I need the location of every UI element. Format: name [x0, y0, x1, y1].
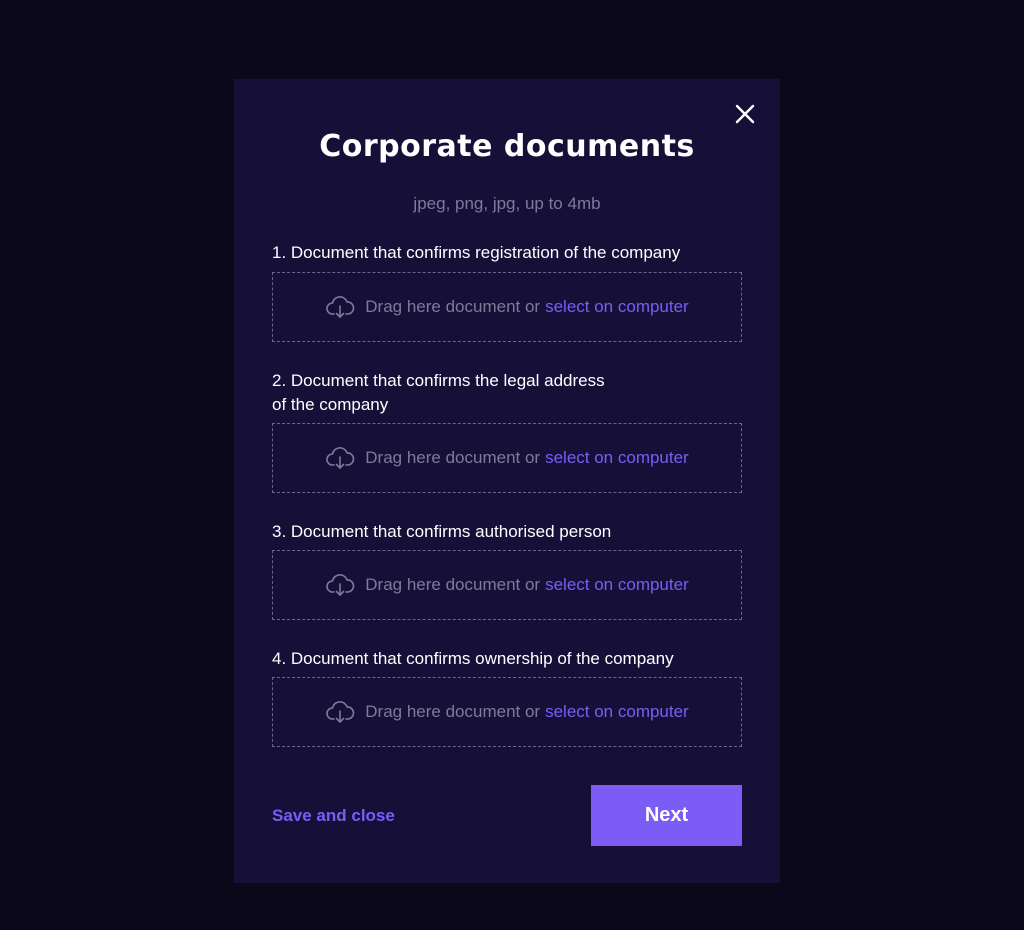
document-label-ownership: 4. Document that confirms ownership of t…: [272, 649, 674, 668]
close-icon: [735, 104, 755, 124]
dropzone-registration[interactable]: Drag here document or select on computer: [272, 272, 742, 342]
document-label-registration: 1. Document that confirms registration o…: [272, 243, 681, 262]
cloud-download-icon: [325, 446, 355, 470]
cloud-download-icon: [325, 700, 355, 724]
dropzone-authorised-person[interactable]: Drag here document or select on computer: [272, 550, 742, 620]
dropzone-text: Drag here document or: [365, 575, 541, 594]
select-on-computer-link[interactable]: select on computer: [545, 448, 689, 468]
cloud-download-icon: [325, 573, 355, 597]
select-on-computer-link[interactable]: select on computer: [545, 702, 689, 722]
close-button[interactable]: [734, 103, 756, 125]
document-label-legal-address: 2. Document that confirms the legal addr…: [272, 371, 605, 414]
corporate-documents-modal: Corporate documents jpeg, png, jpg, up t…: [234, 79, 780, 883]
document-label-authorised-person: 3. Document that confirms authorised per…: [272, 522, 612, 541]
dropzone-text: Drag here document or: [365, 448, 541, 467]
dropzone-text: Drag here document or: [365, 297, 541, 316]
dropzone-legal-address[interactable]: Drag here document or select on computer: [272, 423, 742, 493]
select-on-computer-link[interactable]: select on computer: [545, 297, 689, 317]
save-and-close-link[interactable]: Save and close: [272, 806, 395, 826]
dropzone-text: Drag here document or: [365, 702, 541, 721]
cloud-download-icon: [325, 295, 355, 319]
dropzone-ownership[interactable]: Drag here document or select on computer: [272, 677, 742, 747]
file-format-hint: jpeg, png, jpg, up to 4mb: [413, 194, 601, 213]
modal-title: Corporate documents: [319, 129, 695, 164]
select-on-computer-link[interactable]: select on computer: [545, 575, 689, 595]
next-button[interactable]: Next: [591, 785, 742, 846]
